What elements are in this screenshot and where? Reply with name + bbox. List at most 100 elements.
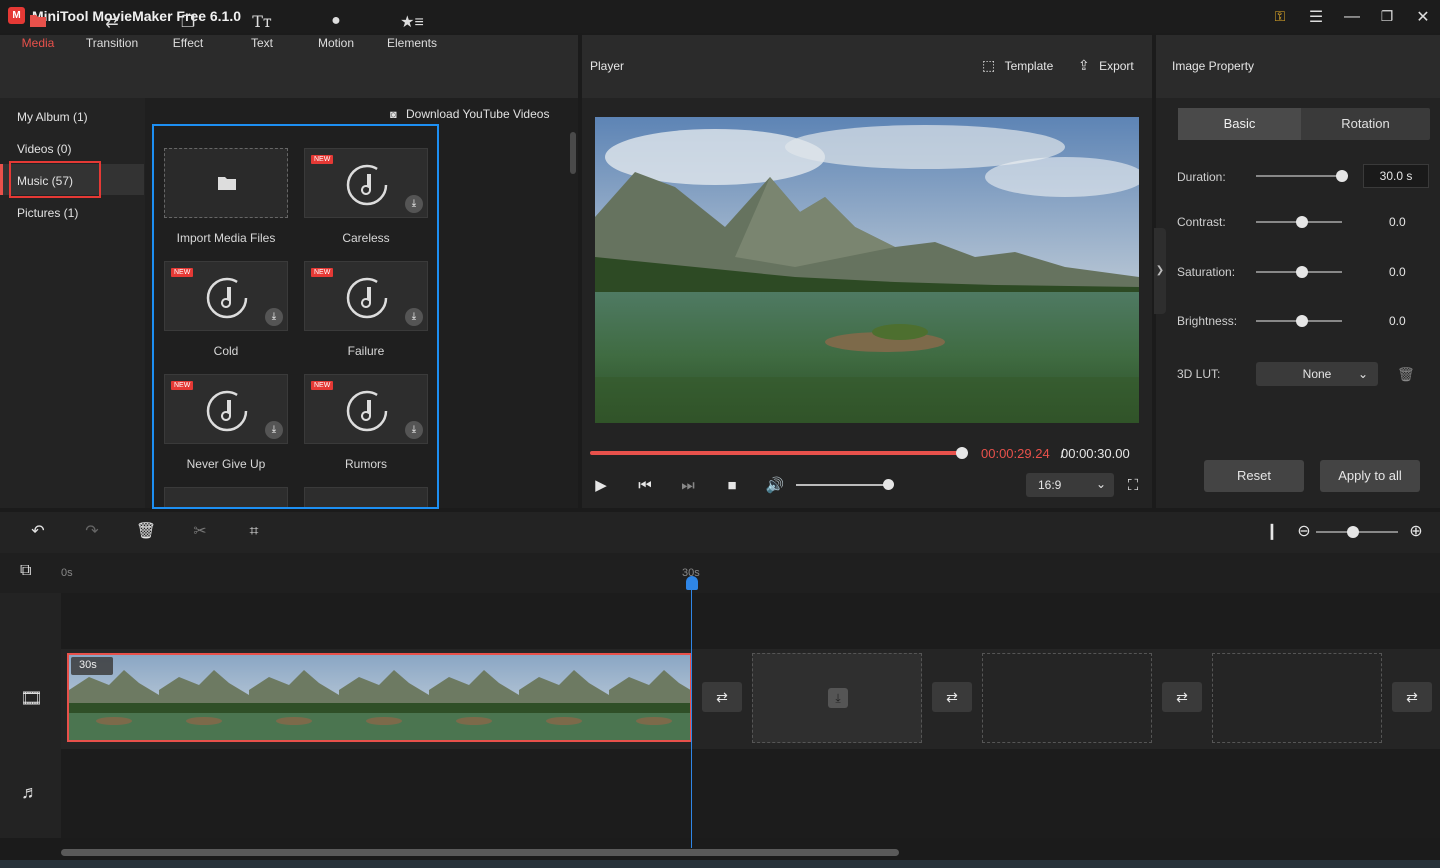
zoom-out-icon[interactable]: ⊖ xyxy=(1293,521,1315,543)
new-badge: NEW xyxy=(171,381,194,390)
empty-clip-slot[interactable] xyxy=(1212,653,1382,743)
close-icon[interactable]: ✕ xyxy=(1405,0,1440,33)
tile-label: Import Media Files xyxy=(176,231,276,245)
music-tile-cold[interactable]: NEW ⤓ xyxy=(164,261,288,331)
zoom-in-icon[interactable]: ⊕ xyxy=(1405,521,1427,543)
minimize-icon[interactable]: — xyxy=(1334,0,1370,33)
zoom-handle[interactable] xyxy=(1347,526,1359,538)
media-icon xyxy=(3,12,73,32)
template-button[interactable]: ⬚ Template xyxy=(982,57,1053,74)
duration-handle[interactable] xyxy=(1336,170,1348,182)
redo-icon[interactable]: ↷ xyxy=(81,521,103,543)
volume-handle[interactable] xyxy=(883,479,894,490)
media-scrollbar[interactable] xyxy=(570,132,576,174)
new-badge: NEW xyxy=(311,381,334,390)
progress-handle[interactable] xyxy=(956,447,968,459)
tab-effect[interactable]: ❐ Effect xyxy=(153,12,223,50)
tile-label: Never Give Up xyxy=(186,457,266,471)
delete-icon[interactable]: 🗑 xyxy=(135,521,157,543)
audio-track[interactable] xyxy=(61,749,1440,838)
lut-select[interactable]: None ⌄ xyxy=(1256,362,1378,386)
next-frame-icon[interactable]: ⏭ xyxy=(678,476,698,496)
export-button[interactable]: ⇪ Export xyxy=(1078,57,1134,74)
download-icon[interactable]: ⤓ xyxy=(405,308,423,326)
music-highlight-box xyxy=(9,161,101,198)
volume-icon[interactable]: 🔊 xyxy=(765,476,785,496)
os-taskbar-strip xyxy=(0,860,1440,868)
playhead-line[interactable] xyxy=(691,578,692,848)
music-tile-never-give-up[interactable]: NEW ⤓ xyxy=(164,374,288,444)
layers-icon: ⬚ xyxy=(982,57,996,73)
contrast-handle[interactable] xyxy=(1296,216,1308,228)
transition-slot-icon[interactable]: ⇄ xyxy=(932,682,972,712)
tab-basic[interactable]: Basic xyxy=(1178,108,1301,140)
fullscreen-icon[interactable]: ⛶ xyxy=(1123,476,1143,496)
tab-media-label: Media xyxy=(21,36,55,50)
transition-slot-icon[interactable]: ⇄ xyxy=(1162,682,1202,712)
lut-value: None xyxy=(1302,367,1332,381)
undo-icon[interactable]: ↶ xyxy=(27,521,49,543)
tab-transition-label: Transition xyxy=(85,36,139,50)
key-icon[interactable]: ⚿ xyxy=(1262,0,1298,33)
new-badge: NEW xyxy=(311,268,334,277)
saturation-handle[interactable] xyxy=(1296,266,1308,278)
sidebar-item-pictures[interactable]: Pictures (1) xyxy=(17,206,78,220)
tile-label: Cold xyxy=(213,344,239,358)
fit-timeline-icon[interactable]: ❙ xyxy=(1261,521,1283,543)
drop-here-icon: ⤓ xyxy=(828,688,848,708)
import-media-tile[interactable] xyxy=(164,148,288,218)
overlay-track[interactable] xyxy=(61,593,1440,649)
playback-progress-bar[interactable] xyxy=(590,451,962,455)
effect-icon: ❐ xyxy=(180,14,196,31)
empty-clip-slot[interactable]: ⤓ xyxy=(752,653,922,743)
sidebar-item-my-album[interactable]: My Album (1) xyxy=(17,110,88,124)
music-tile-rumors[interactable]: NEW ⤓ xyxy=(304,374,428,444)
maximize-icon[interactable]: ❐ xyxy=(1369,0,1405,33)
volume-slider[interactable] xyxy=(796,484,890,486)
timeline-ruler[interactable] xyxy=(0,553,1440,593)
apply-to-all-button[interactable]: Apply to all xyxy=(1320,460,1420,492)
reset-button[interactable]: Reset xyxy=(1204,460,1304,492)
tab-motion[interactable]: ● Motion xyxy=(301,12,371,50)
tab-rotation[interactable]: Rotation xyxy=(1301,108,1430,140)
crop-icon[interactable]: ⌗ xyxy=(243,521,265,543)
aspect-ratio-select[interactable]: 16:9 ⌄ xyxy=(1026,473,1114,497)
panel-collapse-handle[interactable]: ❯ xyxy=(1154,228,1166,314)
download-youtube-link[interactable]: ◙ Download YouTube Videos xyxy=(390,107,549,121)
empty-clip-slot[interactable] xyxy=(982,653,1152,743)
folder-icon xyxy=(217,175,237,194)
tab-media[interactable]: Media xyxy=(3,12,73,50)
hamburger-menu-icon[interactable]: ☰ xyxy=(1298,0,1334,33)
transition-slot-icon[interactable]: ⇄ xyxy=(702,682,742,712)
timeline-horizontal-scrollbar[interactable] xyxy=(61,849,899,856)
add-track-icon[interactable]: ⧉ xyxy=(20,562,31,580)
music-tile-partial[interactable] xyxy=(304,487,428,507)
transition-slot-icon[interactable]: ⇄ xyxy=(1392,682,1432,712)
sidebar-item-videos[interactable]: Videos (0) xyxy=(17,142,71,156)
tab-transition[interactable]: ⇄ Transition xyxy=(77,12,147,50)
clip-thumbnails xyxy=(69,655,690,740)
music-tile-partial[interactable] xyxy=(164,487,288,507)
play-icon[interactable]: ▶ xyxy=(591,476,611,496)
trash-icon[interactable]: 🗑 xyxy=(1397,366,1415,383)
music-note-icon xyxy=(345,389,389,436)
image-clip[interactable] xyxy=(67,653,692,742)
tab-text[interactable]: Tᴛ Text xyxy=(227,12,297,50)
download-icon[interactable]: ⤓ xyxy=(265,421,283,439)
split-scissors-icon[interactable]: ✂ xyxy=(189,521,211,543)
tab-elements[interactable]: ★≡ Elements xyxy=(377,12,447,50)
music-tile-careless[interactable]: NEW ⤓ xyxy=(304,148,428,218)
download-icon[interactable]: ⤓ xyxy=(405,421,423,439)
download-icon[interactable]: ⤓ xyxy=(265,308,283,326)
brightness-handle[interactable] xyxy=(1296,315,1308,327)
duration-input[interactable]: 30.0 s xyxy=(1363,164,1429,188)
download-icon[interactable]: ⤓ xyxy=(405,195,423,213)
tile-label: Rumors xyxy=(344,457,387,471)
previous-frame-icon[interactable]: ⏮ xyxy=(635,476,655,496)
music-note-icon xyxy=(205,276,249,323)
stop-icon[interactable]: ■ xyxy=(722,476,742,496)
music-tile-failure[interactable]: NEW ⤓ xyxy=(304,261,428,331)
playhead-handle[interactable] xyxy=(686,576,698,590)
contrast-label: Contrast: xyxy=(1177,215,1226,229)
duration-slider[interactable] xyxy=(1256,175,1342,177)
